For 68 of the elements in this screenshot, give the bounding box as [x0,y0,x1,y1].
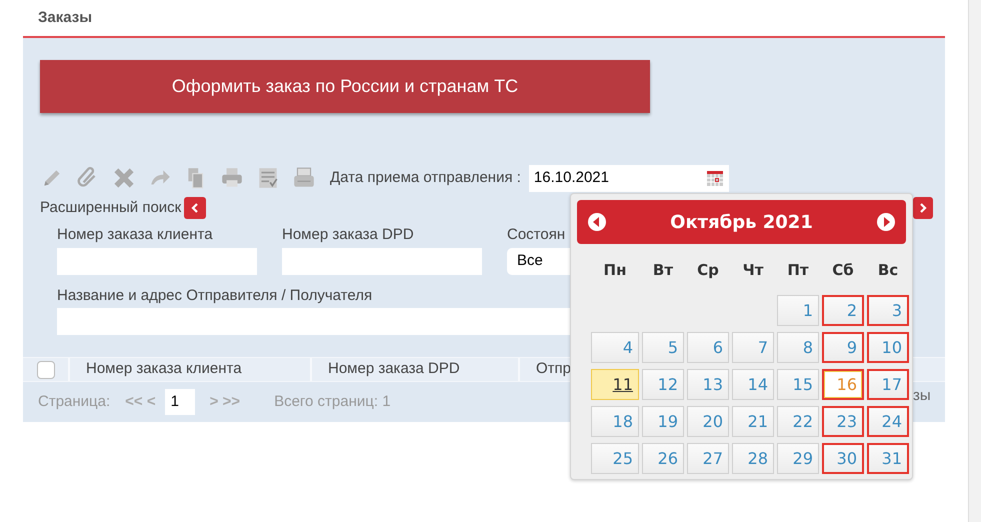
date-field[interactable]: 16.10.2021 [528,164,729,192]
day-cell[interactable]: 1 [777,295,819,326]
day-cell[interactable]: 5 [642,332,684,363]
day-cell[interactable]: 10 [867,332,909,363]
day-cell[interactable]: 29 [777,443,819,474]
month-title: Октябрь 2021 [670,210,813,234]
column-header[interactable]: Номер заказа DPD [328,358,460,381]
day-cell[interactable]: 15 [777,369,819,400]
advanced-search-label: Расширенный поиск [40,198,182,218]
calendar-icon[interactable] [706,169,724,187]
day-cell[interactable]: 11 [591,369,639,400]
day-cell[interactable]: 27 [687,443,729,474]
date-label: Дата приема отправления : [330,168,521,188]
day-cell[interactable]: 30 [822,443,864,474]
weekday-label: Ср [697,260,719,281]
day-cell[interactable]: 13 [687,369,729,400]
day-cell[interactable]: 18 [591,406,639,437]
chevron-icon [918,202,928,214]
create-order-button[interactable]: Оформить заказ по России и странам ТС [40,60,650,113]
day-cell[interactable]: 23 [822,406,864,437]
day-cell[interactable]: 20 [687,406,729,437]
select-all-checkbox[interactable] [36,360,54,378]
day-cell[interactable]: 6 [687,332,729,363]
page-field[interactable]: 1 [164,389,195,415]
field-label: Номер заказа клиента [57,226,213,243]
total-pages-text: Всего страниц: 1 [274,392,391,412]
filter-input-field[interactable] [282,248,482,275]
day-cell[interactable]: 25 [591,443,639,474]
day-cell[interactable]: 8 [777,332,819,363]
page-label: Страница: [38,392,110,412]
weekday-label: Пт [787,260,809,281]
day-cell[interactable]: 17 [867,369,909,400]
day-cell[interactable]: 28 [732,443,774,474]
day-cell[interactable]: 26 [642,443,684,474]
day-cell[interactable]: 2 [822,295,864,326]
day-cell[interactable]: 9 [822,332,864,363]
cross-icon[interactable] [112,166,136,190]
column-header[interactable]: Номер заказа клиента [86,358,242,381]
expand-button[interactable] [913,197,933,219]
day-cell[interactable]: 19 [642,406,684,437]
prev-page-link[interactable]: << < [125,390,156,414]
field-label: Название и адрес Отправителя / Получателя [57,287,372,304]
day-cell[interactable]: 7 [732,332,774,363]
page-title: Заказы [38,8,92,28]
day-cell[interactable]: 4 [591,332,639,363]
next-month-icon[interactable] [876,212,896,232]
day-cell[interactable]: 14 [732,369,774,400]
day-cell[interactable]: 31 [867,443,909,474]
field-label: Состоян [507,226,566,243]
field-label: Номер заказа DPD [282,226,414,243]
weekday-label: Пн [604,260,626,281]
weekday-label: Вс [878,260,898,281]
day-cell[interactable]: 21 [732,406,774,437]
day-cell[interactable]: 3 [867,295,909,326]
column-header[interactable]: Отпр [536,358,572,381]
chevron-icon [190,202,200,214]
weekday-label: Сб [832,260,854,281]
weekday-label: Чт [742,260,764,281]
day-cell[interactable]: 22 [777,406,819,437]
day-cell[interactable]: 24 [867,406,909,437]
column-text: зы [913,386,931,406]
weekday-label: Вт [652,260,674,281]
day-cell[interactable]: 16 [822,369,864,400]
next-page-link[interactable]: > >> [210,390,240,414]
previous-month-icon[interactable] [587,212,607,232]
collapse-button[interactable] [184,197,206,219]
filter-input-field[interactable] [57,248,257,275]
day-cell[interactable]: 12 [642,369,684,400]
